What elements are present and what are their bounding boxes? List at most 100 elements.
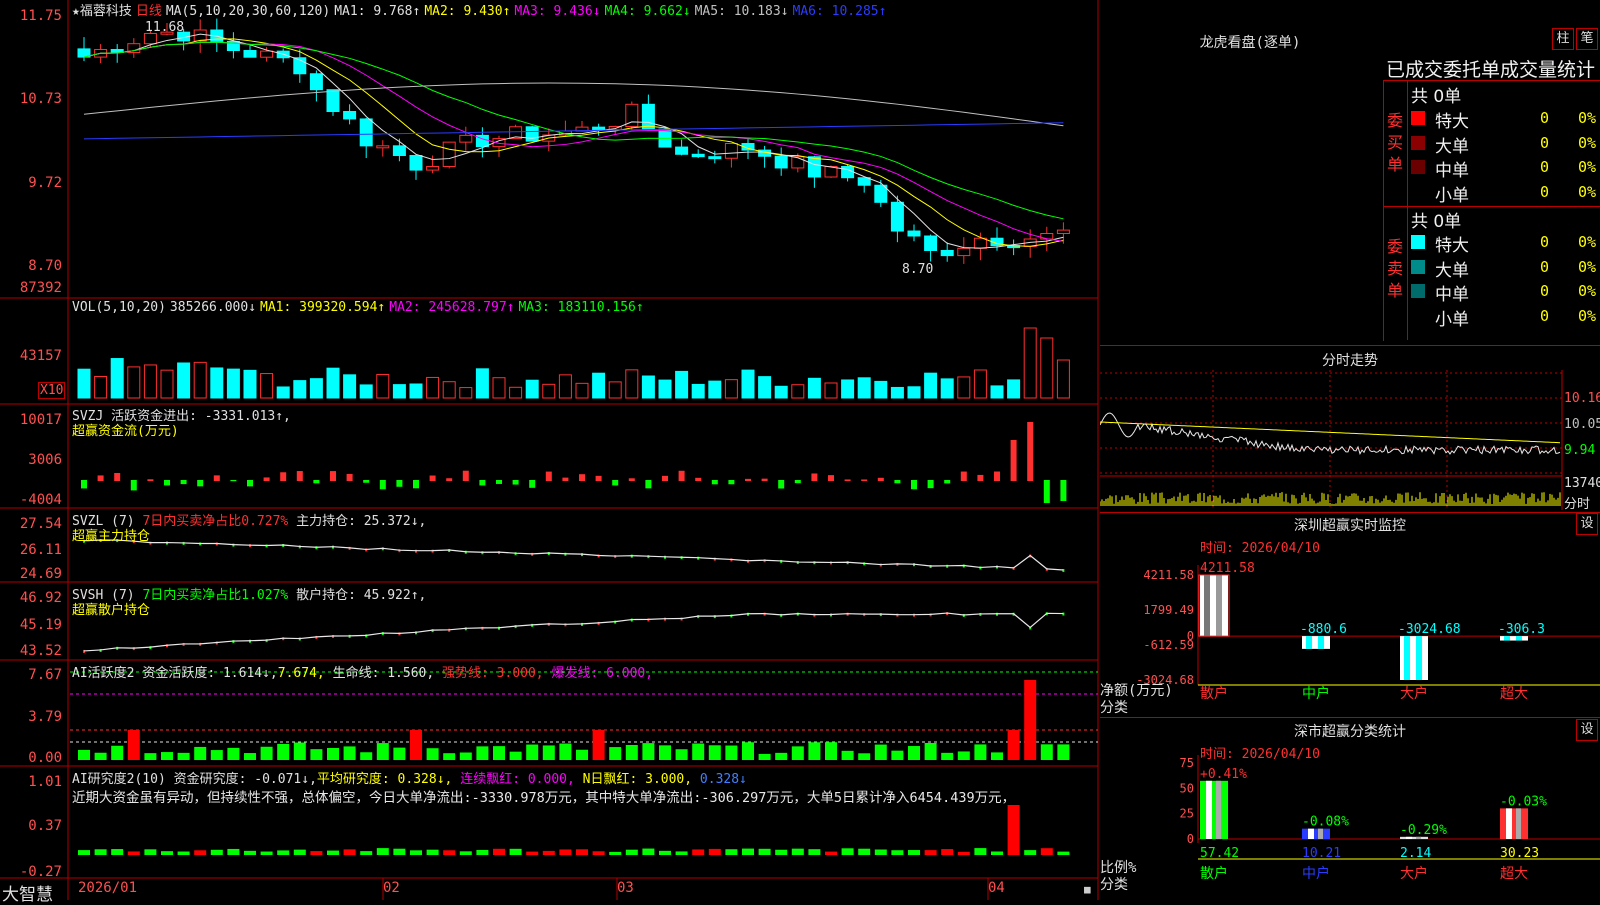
ai-research-bar [874,849,887,855]
candle-body [675,146,689,155]
tick-view-button[interactable]: 笔 [1576,28,1598,50]
ai-research-bar [609,851,622,855]
volume-bar [293,380,307,399]
ai-activity-bar [327,747,339,760]
rt-bar-shade [1416,636,1422,680]
ai-research-bar [111,849,124,855]
candle-body [260,50,274,58]
volume-bar [791,384,805,399]
cl-bar-shade [1506,808,1512,839]
volume-bars [77,327,1070,399]
ai-research-bar [177,851,190,855]
candle-body [359,118,373,147]
ai-research-bar [476,849,489,855]
ai-activity-bar [177,752,190,760]
ai-research-bar [393,848,406,855]
candle-body [442,141,456,168]
period-label[interactable]: 日线 [136,4,162,19]
row-pct: 0% [1578,133,1597,152]
svzj-axis-1: 10017 [19,412,62,428]
svzj-bar [778,480,785,489]
svzj-bar [695,477,702,481]
cl-category-label: 散户 [1200,865,1228,882]
ai-activity-bar [1024,680,1037,760]
legend-swatch [1411,184,1425,199]
ai-activity-bar [908,746,920,760]
volume-bar [774,385,788,399]
svzj-bar [330,471,336,481]
ai-activity-bar [841,750,854,760]
ai-activity-bar [426,748,439,760]
ai-activity-bar [675,749,688,760]
stock-name[interactable]: ★福蓉科技 [72,4,132,19]
svzl-axis-2: 26.11 [19,542,62,558]
ai-activity-bar [509,751,522,760]
ai-activity-bar [808,742,821,760]
row-name: 特大 [1435,112,1469,132]
ai-research-bar [1024,850,1037,855]
ai-research-t1: 资金研究度: -0.071↓, [173,772,317,787]
ai-research-bar [642,848,655,855]
bar-view-button[interactable]: 柱 [1552,28,1574,50]
price-low-annotation: 8.70 [902,262,934,277]
svzj-bar [1027,422,1034,481]
volume-bar [758,376,772,399]
ai-research-bar [144,849,157,855]
candle-body [525,126,539,142]
ai-research-bar [974,848,987,855]
candle-body [641,103,655,130]
cl-bar-shade [1216,780,1221,839]
svzj-bar [728,480,735,485]
ai-activity-bar [625,744,638,760]
svzl-axis-1: 27.54 [19,516,62,532]
svsh-text2: 散户持仓: 45.922↑, [296,588,427,603]
price-axis-4: 8.70 [28,258,62,274]
ai-active-t3: 生命线: 1.560, [332,666,435,681]
ai-research-bar [310,851,323,855]
svzj-bar [529,480,536,488]
candle-body [890,201,904,232]
ai-research-bar [841,848,854,855]
cl-change-label: -0.08% [1302,815,1349,830]
ai-research-bar [775,849,788,855]
row-count: 0 [1540,282,1550,300]
rt-bar-label: -3024.68 [1398,622,1461,637]
svsh-subtitle: 超赢散户持仓 [72,603,151,618]
volume-bar [359,384,373,399]
volume-bar [973,369,987,399]
candle-body [426,166,440,171]
ma6-value: MA6: 10.285↑ [792,4,887,19]
intraday-axis-4: 13740 [1564,476,1600,491]
lock-icon[interactable]: ■ [1084,883,1091,896]
cl-change-label: -0.03% [1500,794,1547,809]
svzj-bar [429,475,436,481]
ma1-value: MA1: 9.768↑ [334,4,421,19]
legend-swatch [1411,235,1425,249]
volume-bar [509,386,523,399]
kline-chart-area[interactable] [0,0,1100,900]
volume-bar [110,358,124,399]
cl-axis-tick: 75 [1180,756,1194,770]
ai-activity-bar [891,750,904,760]
intraday-chart[interactable] [1100,370,1600,510]
row-name: 中单 [1435,161,1469,181]
cl-bar-body [1200,780,1228,839]
volume-bar [1056,359,1070,399]
row-name: 小单 [1435,309,1469,330]
realtime-settings-button[interactable]: 设 [1576,513,1598,535]
vol-axis-1: 87392 [19,280,62,296]
classify-settings-button[interactable]: 设 [1576,719,1598,741]
ai-research-bar [376,848,389,855]
svzj-bar [247,480,253,487]
ai-research-bar [1007,805,1020,855]
ai-research-axis-1: 1.01 [28,774,62,790]
rt-category-label: 散户 [1200,685,1228,702]
candle-body [243,50,257,58]
ai-activity-bar [725,745,738,760]
rt-bar [1198,574,1230,637]
rt-category-label: 中户 [1302,685,1330,702]
vol-ma1: MA1: 399320.594↑ [260,300,386,315]
ai-research-bar [891,850,904,855]
ai-research-bar [426,849,439,855]
ai-activity-bar [443,753,456,760]
